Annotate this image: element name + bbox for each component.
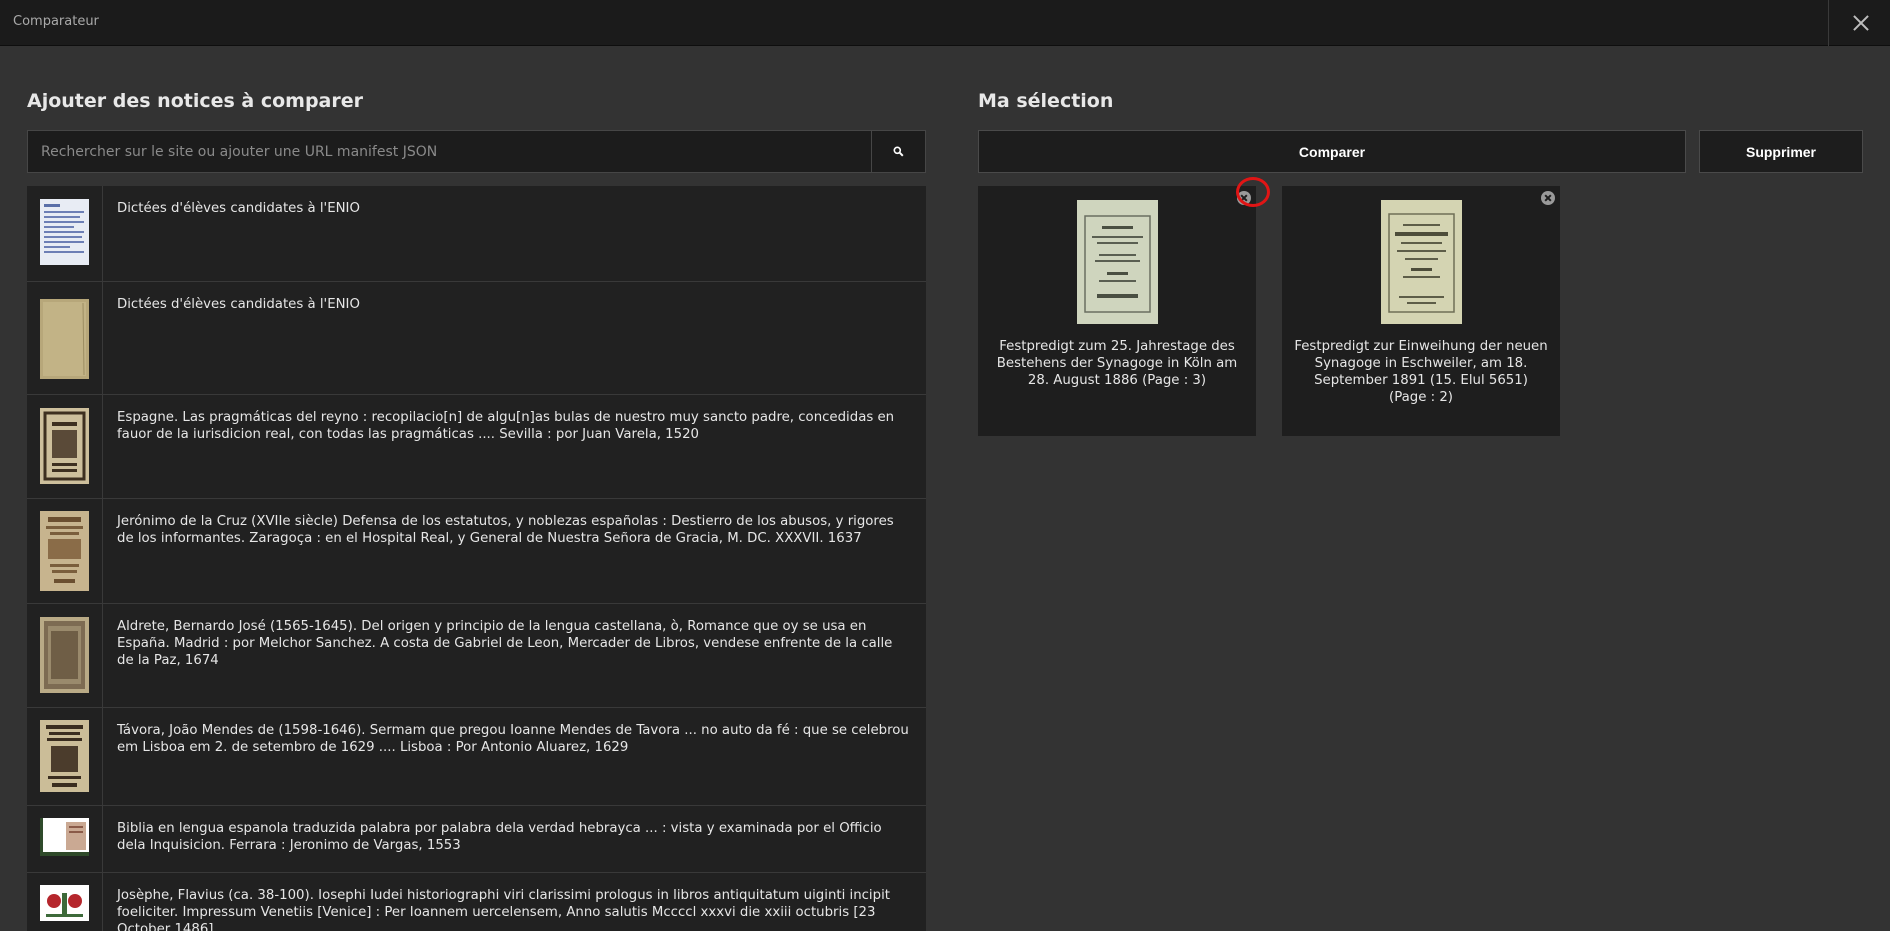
selection-card[interactable]: Festpredigt zur Einweihung der neuen Syn… xyxy=(1282,186,1560,436)
list-item[interactable]: Aldrete, Bernardo José (1565-1645). Del … xyxy=(27,604,926,708)
search-input[interactable] xyxy=(28,131,871,172)
search-button[interactable] xyxy=(871,131,925,172)
selection-card-title: Festpredigt zum 25. Jahrestage des Beste… xyxy=(996,339,1238,388)
result-title: Biblia en lengua espanola traduzida pala… xyxy=(117,821,882,853)
document-thumbnail xyxy=(1077,200,1158,324)
document-thumbnail xyxy=(40,720,89,792)
list-item[interactable]: Biblia en lengua espanola traduzida pala… xyxy=(27,806,926,873)
selection-heading: Ma sélection xyxy=(978,90,1114,112)
compare-button[interactable]: Comparer xyxy=(978,130,1686,173)
add-notices-heading: Ajouter des notices à comparer xyxy=(27,90,364,112)
list-item[interactable]: Jerónimo de la Cruz (XVIIe siècle) Defen… xyxy=(27,499,926,604)
list-item[interactable]: Dictées d'élèves candidates à l'ENIO xyxy=(27,186,926,282)
search-icon xyxy=(893,146,904,157)
document-thumbnail xyxy=(40,299,89,379)
delete-button[interactable]: Supprimer xyxy=(1699,130,1863,173)
list-item[interactable]: Dictées d'élèves candidates à l'ENIO xyxy=(27,282,926,395)
search-results-list: Dictées d'élèves candidates à l'ENIO Dic… xyxy=(27,186,926,931)
window-title: Comparateur xyxy=(13,14,99,29)
list-item[interactable]: Távora, João Mendes de (1598-1646). Serm… xyxy=(27,708,926,806)
document-thumbnail xyxy=(40,511,89,591)
result-title: Távora, João Mendes de (1598-1646). Serm… xyxy=(117,723,909,755)
result-title: Jerónimo de la Cruz (XVIIe siècle) Defen… xyxy=(117,514,894,546)
search-bar xyxy=(27,130,926,173)
document-thumbnail xyxy=(40,818,89,856)
selection-card[interactable]: Festpredigt zum 25. Jahrestage des Beste… xyxy=(978,186,1256,436)
document-thumbnail xyxy=(40,199,89,265)
selection-card-title: Festpredigt zur Einweihung der neuen Syn… xyxy=(1294,339,1548,405)
document-thumbnail xyxy=(1381,200,1462,324)
highlight-annotation xyxy=(1236,177,1270,207)
remove-selection-button[interactable] xyxy=(1541,191,1555,205)
result-title: Dictées d'élèves candidates à l'ENIO xyxy=(117,201,360,216)
close-button[interactable] xyxy=(1828,0,1890,46)
document-thumbnail xyxy=(40,408,89,484)
window-header: Comparateur xyxy=(0,0,1890,46)
result-title: Josèphe, Flavius (ca. 38-100). Iosephi I… xyxy=(117,888,890,931)
result-title: Aldrete, Bernardo José (1565-1645). Del … xyxy=(117,619,893,668)
list-item[interactable]: Espagne. Las pragmáticas del reyno : rec… xyxy=(27,395,926,499)
result-title: Espagne. Las pragmáticas del reyno : rec… xyxy=(117,410,895,442)
document-thumbnail xyxy=(40,885,89,921)
list-item[interactable]: Josèphe, Flavius (ca. 38-100). Iosephi I… xyxy=(27,873,926,931)
result-title: Dictées d'élèves candidates à l'ENIO xyxy=(117,297,360,312)
document-thumbnail xyxy=(40,617,89,693)
